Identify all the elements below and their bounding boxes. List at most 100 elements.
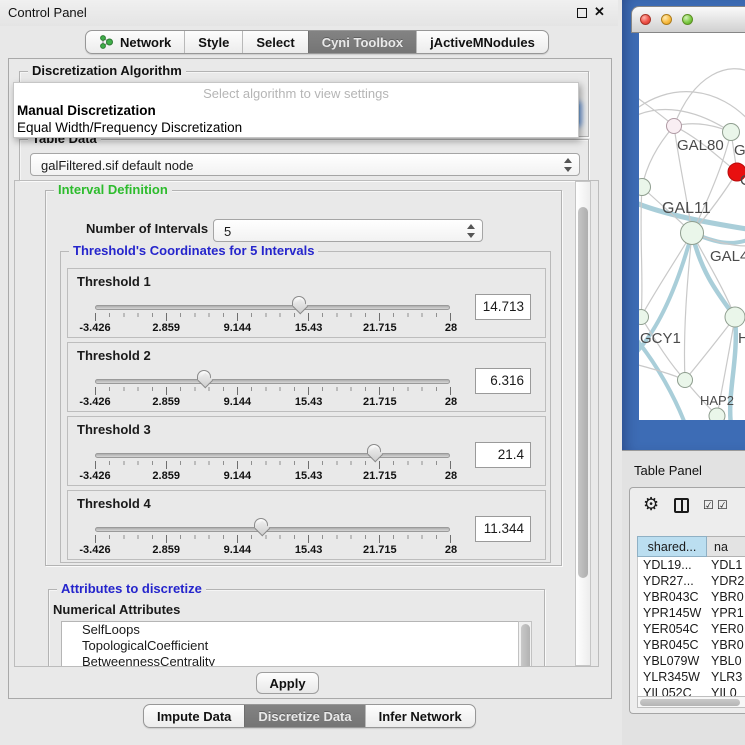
numerical-attribute-item[interactable]: BetweennessCentrality xyxy=(62,654,518,667)
slider-scale-label: 2.859 xyxy=(152,322,180,334)
slider-scale-label: -3.426 xyxy=(79,470,110,482)
close-window-icon[interactable] xyxy=(640,14,651,25)
tab-cyni-toolbox[interactable]: Cyni Toolbox xyxy=(308,31,416,53)
slider-scale: -3.4262.8599.14415.4321.71528 xyxy=(95,322,451,335)
slider-track[interactable] xyxy=(95,453,450,458)
table-data-combobox[interactable]: galFiltered.sif default node xyxy=(30,153,580,176)
table-cell: YLR3 xyxy=(711,669,742,685)
tab-infer-network[interactable]: Infer Network xyxy=(365,705,475,727)
network-edge[interactable] xyxy=(639,92,745,125)
network-node[interactable] xyxy=(723,124,740,141)
network-node[interactable] xyxy=(709,408,725,420)
table-cell: YIL0 xyxy=(711,685,737,696)
scrollbar-thumb[interactable] xyxy=(521,624,530,667)
network-node[interactable] xyxy=(678,373,693,388)
column-header-name[interactable]: na xyxy=(707,536,745,557)
combobox-value: galFiltered.sif default node xyxy=(41,155,193,176)
table-row[interactable]: YDL19...YDL1 xyxy=(638,557,745,573)
network-edge[interactable] xyxy=(642,126,674,187)
slider-scale: -3.4262.8599.14415.4321.71528 xyxy=(95,470,451,483)
attributes-scrollbar[interactable] xyxy=(518,621,532,667)
control-panel-tabs: Network Style Select Cyni Toolbox jActiv… xyxy=(85,30,549,54)
slider-scale-label: 28 xyxy=(445,322,457,334)
scrollbar-thumb[interactable] xyxy=(640,699,740,706)
network-node[interactable] xyxy=(639,310,649,325)
threshold-value-field[interactable]: 21.4 xyxy=(475,442,531,468)
slider-thumb[interactable] xyxy=(254,518,270,540)
slider-scale-label: 2.859 xyxy=(152,396,180,408)
columns-icon[interactable] xyxy=(674,498,689,513)
slider-ticks xyxy=(95,461,451,469)
scrollbar-thumb[interactable] xyxy=(578,207,588,578)
slider-scale-label: 21.715 xyxy=(363,322,397,334)
table-row[interactable]: YLR345WYLR3 xyxy=(638,669,745,685)
table-panel: Table Panel ⚙ ☑ ☑ shared... na YDL19...Y… xyxy=(622,450,745,745)
slider-scale-label: 15.43 xyxy=(295,396,323,408)
apply-button[interactable]: Apply xyxy=(256,672,319,694)
table-horizontal-scrollbar[interactable] xyxy=(637,696,745,708)
table-row[interactable]: YBR045CYBR0 xyxy=(638,637,745,653)
tab-label: Impute Data xyxy=(157,709,231,724)
numerical-attributes-list: SelfLoopsTopologicalCoefficientBetweenne… xyxy=(61,621,518,667)
network-edge[interactable] xyxy=(639,110,731,132)
tab-discretize-data[interactable]: Discretize Data xyxy=(244,705,364,727)
slider-scale-label: 21.715 xyxy=(363,544,397,556)
table-cell: YER054C xyxy=(643,621,699,637)
threshold-row-2: Threshold 2 -3.4262.8599.14415.4321.7152… xyxy=(67,342,546,412)
settings-scrollbar[interactable] xyxy=(575,181,591,666)
table-row[interactable]: YPR145WYPR1 xyxy=(638,605,745,621)
slider-thumb[interactable] xyxy=(197,370,213,392)
settings-gear-icon[interactable]: ⚙ xyxy=(643,494,659,515)
table-row[interactable]: YDR27...YDR2 xyxy=(638,573,745,589)
slider-track[interactable] xyxy=(95,527,450,532)
network-node-label: H xyxy=(738,330,745,347)
minimize-window-icon[interactable] xyxy=(661,14,672,25)
group-title: Interval Definition xyxy=(54,183,172,197)
tab-network[interactable]: Network xyxy=(86,31,184,53)
network-node-label: GA xyxy=(734,142,745,159)
slider-scale-label: 2.859 xyxy=(152,470,180,482)
network-edge[interactable] xyxy=(641,317,685,380)
threshold-label: Threshold 2 xyxy=(77,348,151,363)
table-row[interactable]: YER054CYER0 xyxy=(638,621,745,637)
numerical-attribute-item[interactable]: SelfLoops xyxy=(62,622,518,638)
network-node[interactable] xyxy=(725,307,745,327)
network-window-titlebar[interactable] xyxy=(631,6,745,33)
network-icon xyxy=(99,34,114,50)
table-row[interactable]: YBR043CYBR0 xyxy=(638,589,745,605)
threshold-value-field[interactable]: 11.344 xyxy=(475,516,531,542)
table-cell: YBL079W xyxy=(643,653,699,669)
tab-style[interactable]: Style xyxy=(184,31,242,53)
slider-thumb[interactable] xyxy=(367,444,383,466)
numerical-attribute-item[interactable]: TopologicalCoefficient xyxy=(62,638,518,654)
table-row[interactable]: YBL079WYBL0 xyxy=(638,653,745,669)
select-columns-icon[interactable]: ☑ xyxy=(703,498,714,512)
table-row[interactable]: YIL052CYIL0 xyxy=(638,685,745,696)
threshold-value-field[interactable]: 14.713 xyxy=(475,294,531,320)
tab-select[interactable]: Select xyxy=(242,31,307,53)
float-window-icon[interactable] xyxy=(577,8,587,18)
slider-track[interactable] xyxy=(95,305,450,310)
tab-jactivemnodules[interactable]: jActiveMNodules xyxy=(416,31,548,53)
zoom-window-icon[interactable] xyxy=(682,14,693,25)
network-edge[interactable] xyxy=(685,317,735,380)
network-canvas[interactable]: GAL80GACGAL11GAL4GCY1HHAP2 xyxy=(639,33,745,420)
network-edge[interactable] xyxy=(674,69,745,126)
control-panel: Control Panel ✕ Network Style Select Cyn… xyxy=(0,0,618,745)
select-rows-icon[interactable]: ☑ xyxy=(717,498,728,512)
group-title: Attributes to discretize xyxy=(57,582,206,596)
network-node[interactable] xyxy=(681,222,704,245)
dropdown-placeholder: Select algorithm to view settings xyxy=(14,86,578,101)
slider-scale-label: 15.43 xyxy=(295,322,323,334)
slider-track[interactable] xyxy=(95,379,450,384)
tab-impute-data[interactable]: Impute Data xyxy=(144,705,244,727)
close-panel-icon[interactable]: ✕ xyxy=(594,4,605,20)
network-node[interactable] xyxy=(667,119,682,134)
dropdown-option-manual-discretization[interactable]: Manual Discretization xyxy=(14,103,578,118)
slider-thumb[interactable] xyxy=(292,296,308,318)
table-cell: YPR1 xyxy=(711,605,744,621)
column-header-shared-name[interactable]: shared... xyxy=(637,536,707,557)
threshold-value-field[interactable]: 6.316 xyxy=(475,368,531,394)
dropdown-option-equal-width-frequency[interactable]: Equal Width/Frequency Discretization xyxy=(14,120,578,135)
number-of-intervals-combobox[interactable]: 5 xyxy=(213,219,483,242)
